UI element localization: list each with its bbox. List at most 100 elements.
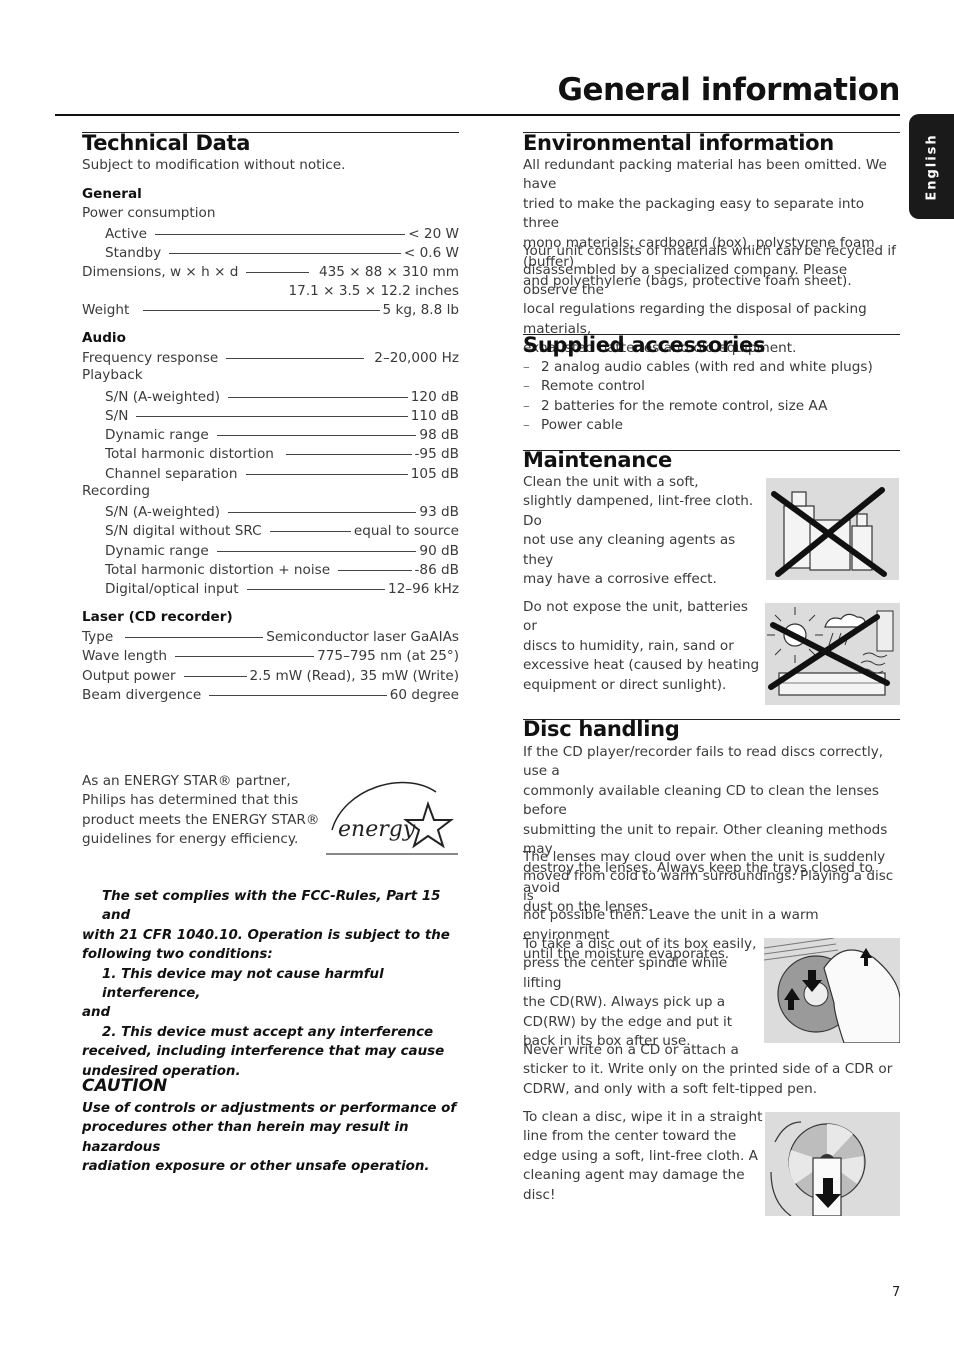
list-item-text: 2 batteries for the remote control, size… [541, 397, 828, 414]
spec-row: Dynamic range 90 dB [82, 541, 459, 560]
spec-label: Type [82, 628, 114, 645]
no-cleaning-agents-illustration [766, 478, 899, 580]
spec-value: 90 dB [419, 542, 459, 559]
leader-line [136, 416, 408, 417]
text-line: guidelines for energy efficiency. [82, 831, 299, 848]
leader-line [338, 570, 412, 571]
no-heat-humidity-illustration [765, 603, 900, 705]
cleaning-agents-crossed-icon [771, 487, 887, 577]
spec-row: S/N digital without SRC equal to source [82, 521, 459, 540]
power-consumption-label: Power consumption [82, 205, 216, 221]
page-title: General information [557, 72, 901, 108]
leader-line [183, 676, 247, 677]
spec-value: 435 × 88 × 310 mm [318, 263, 459, 280]
leader-line [246, 272, 309, 273]
text-line: As an ENERGY STAR® partner, [82, 773, 291, 789]
text-line: discs to humidity, rain, sand or [523, 637, 734, 654]
text-line: The set complies with the FCC-Rules, Par… [102, 889, 441, 924]
list-item-text: Remote control [541, 378, 645, 395]
leader-line [125, 637, 264, 638]
leader-line [246, 589, 386, 590]
text-line: Philips has determined that this [82, 792, 299, 809]
disc-handling-paragraph-5: To clean a disc, wipe it in a straight l… [523, 1108, 763, 1205]
spec-row: Channel separation 105 dB [82, 464, 459, 483]
text-line: may have a corrosive effect. [523, 571, 717, 588]
spec-label: Active [105, 225, 148, 242]
spec-row: Output power 2.5 mW (Read), 35 mW (Write… [82, 666, 459, 685]
spec-label: Dynamic range [105, 426, 209, 443]
bullet: – [523, 397, 530, 414]
leader-line [245, 474, 408, 475]
spec-value: 12–96 kHz [388, 580, 459, 597]
disc-cleaning-icon [770, 1121, 866, 1216]
spec-label: Frequency response [82, 349, 219, 366]
leader-line [174, 656, 315, 657]
spec-row: S/N (A-weighted) 120 dB [82, 387, 459, 406]
spec-value: 17.1 × 3.5 × 12.2 inches [288, 282, 459, 299]
caution-heading: CAUTION [82, 1076, 168, 1096]
text-line: product meets the ENERGY STAR® [82, 811, 320, 828]
list-item: –2 analog audio cables (with red and whi… [523, 358, 873, 377]
leader-line [285, 454, 412, 455]
accessories-heading: Supplied accessories [523, 333, 766, 357]
spec-label: Standby [105, 244, 162, 261]
bullet: – [523, 378, 530, 395]
maintenance-heading: Maintenance [523, 448, 672, 472]
spec-value: -86 dB [414, 561, 459, 578]
spec-label: Weight [82, 301, 130, 318]
text-line: not use any cleaning agents as they [523, 532, 736, 568]
spec-value: 120 dB [410, 388, 459, 405]
text-line: press the center spindle while lifting [523, 955, 728, 991]
text-line: line from the center toward the [523, 1128, 737, 1145]
spec-label: Beam divergence [82, 686, 202, 703]
spec-row: Wave length 775–795 nm (at 25°) [82, 646, 459, 665]
text-line: 2. This device must accept any interfere… [102, 1024, 434, 1040]
maintenance-paragraph-2: Do not expose the unit, batteries or dis… [523, 598, 763, 695]
disc-handling-paragraph-4: Never write on a CD or attach a sticker … [523, 1041, 903, 1099]
page-number: 7 [892, 1285, 901, 1300]
language-tab: English [909, 114, 954, 219]
spec-row: S/N 110 dB [82, 406, 459, 425]
leader-line [216, 551, 417, 552]
text-line: Never write on a CD or attach a [523, 1042, 739, 1058]
text-line: received, including interference that ma… [82, 1044, 445, 1060]
list-item: –2 batteries for the remote control, siz… [523, 397, 873, 416]
recording-label: Recording [82, 483, 150, 499]
leader-line [269, 531, 351, 532]
text-line: To take a disc out of its box easily, [523, 936, 757, 952]
spec-value: -95 dB [414, 445, 459, 462]
spec-label: Dynamic range [105, 542, 209, 559]
spec-value: Semiconductor laser GaAIAs [266, 628, 459, 645]
spec-row: Beam divergence 60 degree [82, 685, 459, 704]
leader-line [226, 358, 365, 359]
list-item-text: Power cable [541, 417, 623, 434]
energy-star-icon: energy [326, 781, 458, 855]
accessories-list: –2 analog audio cables (with red and whi… [523, 358, 873, 436]
spec-value: < 0.6 W [403, 244, 459, 261]
disc-removal-icon [764, 938, 900, 1043]
laser-heading: Laser (CD recorder) [82, 609, 233, 625]
spec-row: Total harmonic distortion + noise -86 dB [82, 560, 459, 579]
technical-data-subtitle: Subject to modification without notice. [82, 157, 346, 173]
spec-label: S/N [105, 407, 129, 424]
energy-star-logo: energy [324, 770, 460, 858]
leader-line [155, 234, 406, 235]
environmental-heading: Environmental information [523, 131, 834, 155]
leader-line [216, 435, 417, 436]
spec-row: Active < 20 W [82, 224, 459, 243]
text-line: procedures other than herein may result … [82, 1120, 409, 1155]
text-line: Use of controls or adjustments or perfor… [82, 1101, 457, 1116]
spec-row: Digital/optical input 12–96 kHz [82, 579, 459, 598]
spec-label: Digital/optical input [105, 580, 239, 597]
spec-label: S/N (A-weighted) [105, 388, 221, 405]
text-line: moved from cold to warm surroundings. Pl… [523, 868, 894, 904]
spec-row: Dimensions, w × h × d 435 × 88 × 310 mm [82, 262, 459, 281]
disc-cleaning-illustration [765, 1112, 900, 1216]
disc-handling-paragraph-3: To take a disc out of its box easily, pr… [523, 935, 763, 1051]
spec-value: 60 degree [389, 686, 459, 703]
audio-heading: Audio [82, 330, 126, 346]
technical-data-heading: Technical Data [82, 131, 251, 155]
text-line: All redundant packing material has been … [523, 157, 887, 193]
text-line: 1. This device may not cause harmful int… [102, 966, 384, 1002]
spec-row: Dynamic range 98 dB [82, 425, 459, 444]
